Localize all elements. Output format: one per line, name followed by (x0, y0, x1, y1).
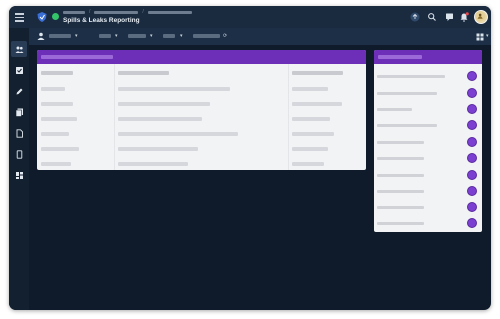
upload-icon[interactable] (410, 12, 420, 22)
bell-icon[interactable] (459, 12, 469, 22)
list-item[interactable] (377, 170, 477, 180)
sidebar-item-tasks[interactable] (11, 62, 27, 78)
date-filter[interactable] (193, 34, 220, 38)
status-badge[interactable] (467, 104, 477, 114)
filter-chip[interactable] (163, 34, 175, 38)
list-item[interactable] (377, 88, 477, 98)
sidebar (9, 28, 29, 310)
status-badge[interactable] (467, 120, 477, 130)
tablet-icon (16, 149, 22, 159)
user-icon (37, 32, 45, 40)
sidebar-item-dashboard[interactable] (11, 167, 27, 183)
page-title: Spills & Leaks Reporting (63, 17, 140, 24)
status-list-card (374, 50, 482, 232)
user-filter[interactable] (49, 34, 71, 38)
breadcrumb-separator: / (142, 9, 144, 15)
column-divider (288, 64, 289, 170)
list-item[interactable] (377, 104, 477, 114)
chevron-down-icon[interactable]: ▾ (180, 33, 183, 39)
sidebar-item-file[interactable] (11, 125, 27, 141)
list-item[interactable] (377, 120, 477, 130)
list-item[interactable] (377, 218, 477, 228)
chevron-down-icon[interactable]: ▾ (150, 33, 153, 39)
breadcrumb: / / (63, 10, 192, 15)
list-item[interactable] (377, 137, 477, 147)
top-bar: / / Spills & Leaks Reporting (9, 6, 491, 28)
user-avatar[interactable] (474, 10, 488, 24)
status-badge[interactable] (467, 170, 477, 180)
chevron-down-icon[interactable]: ▾ (115, 33, 118, 39)
column-header[interactable] (41, 71, 73, 75)
breadcrumb-item[interactable] (94, 11, 139, 14)
filter-chip[interactable] (128, 34, 146, 38)
status-badge[interactable] (467, 137, 477, 147)
chevron-down-icon[interactable]: ▾ (75, 33, 78, 39)
sidebar-item-edit[interactable] (11, 83, 27, 99)
dashboard-icon (15, 171, 23, 179)
column-header[interactable] (118, 71, 169, 75)
chevron-down-icon[interactable]: ▾ (486, 33, 489, 39)
card-header (374, 50, 482, 64)
card-header (37, 50, 366, 64)
refresh-icon[interactable]: ⟳ (223, 33, 227, 39)
sidebar-item-people[interactable] (11, 41, 27, 57)
search-icon[interactable] (427, 12, 437, 22)
status-badge[interactable] (467, 186, 477, 196)
filter-chip[interactable] (99, 34, 111, 38)
breadcrumb-item[interactable] (63, 11, 85, 14)
documents-icon (15, 108, 23, 117)
list-item[interactable] (377, 71, 477, 81)
filter-bar: ▾ ▾ ▾ ▾ ⟳ ▾ (29, 28, 491, 45)
hamburger-icon[interactable] (15, 13, 24, 22)
checkbox-icon (15, 66, 23, 74)
card-title (378, 55, 422, 59)
chat-icon[interactable] (445, 12, 455, 22)
people-icon (15, 46, 23, 53)
file-icon (16, 128, 23, 138)
list-item[interactable] (377, 202, 477, 212)
status-badge[interactable] (467, 88, 477, 98)
status-badge[interactable] (467, 218, 477, 228)
column-divider (114, 64, 115, 170)
online-status-icon (52, 13, 59, 20)
card-title (41, 55, 113, 59)
layout-icon[interactable] (476, 33, 484, 41)
pencil-icon (16, 88, 22, 94)
reports-table-card (37, 50, 366, 170)
list-item[interactable] (377, 153, 477, 163)
shield-icon[interactable] (36, 11, 48, 23)
breadcrumb-separator: / (89, 9, 91, 15)
status-badge[interactable] (467, 153, 477, 163)
column-header[interactable] (292, 71, 343, 75)
sidebar-item-device[interactable] (11, 146, 27, 162)
list-item[interactable] (377, 186, 477, 196)
status-badge[interactable] (467, 71, 477, 81)
sidebar-item-documents[interactable] (11, 104, 27, 120)
status-badge[interactable] (467, 202, 477, 212)
breadcrumb-item[interactable] (147, 11, 192, 14)
